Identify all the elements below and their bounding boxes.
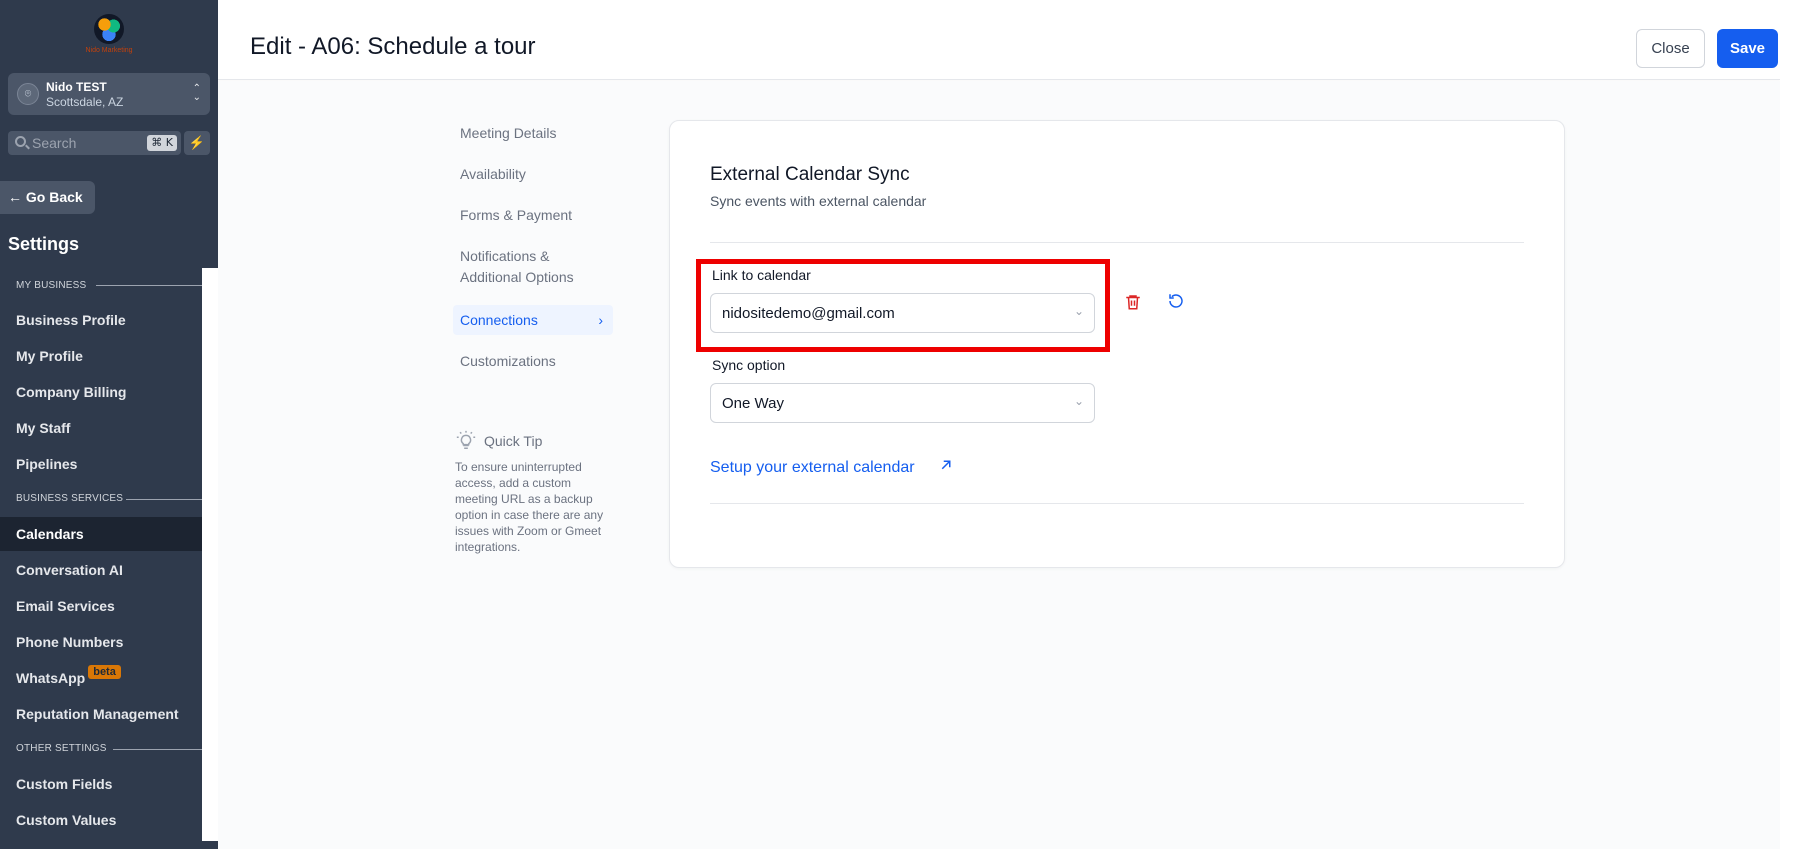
company-logo[interactable]: Nido Marketing: [78, 14, 140, 58]
subnav-customizations[interactable]: Customizations: [453, 351, 613, 372]
setup-external-calendar-link[interactable]: Setup your external calendar: [710, 459, 915, 477]
external-calendar-sync-card: External Calendar Sync Sync events with …: [669, 120, 1565, 568]
go-back-label: Go Back: [25, 189, 83, 205]
sidebar-item-my-profile[interactable]: My Profile: [0, 339, 202, 373]
sidebar-item-my-staff[interactable]: My Staff: [0, 411, 202, 445]
location-pin-icon: ⌾: [17, 83, 39, 105]
page-header: Edit - A06: Schedule a tour Close Save: [218, 0, 1780, 80]
main-content: Meeting Details Availability Forms & Pay…: [218, 81, 1780, 849]
search-icon: [15, 136, 26, 147]
sidebar-item-business-profile[interactable]: Business Profile: [0, 303, 202, 337]
external-link-arrow-icon[interactable]: [937, 456, 955, 474]
lightbulb-icon: [456, 430, 476, 449]
sidebar-item-label: WhatsApp: [16, 670, 86, 686]
lightning-bolt-icon: ⚡: [188, 135, 206, 150]
sidebar-item-email-services[interactable]: Email Services: [0, 589, 202, 623]
sidebar-item-reputation-management[interactable]: Reputation Management: [0, 697, 202, 731]
subnav-label: Connections: [460, 312, 538, 328]
logo-mark-icon: [94, 14, 124, 44]
search-placeholder: Search: [32, 135, 77, 151]
beta-badge: beta: [88, 665, 121, 679]
go-back-button[interactable]: ← Go Back: [0, 181, 95, 214]
sidebar-item-calendars[interactable]: Calendars: [0, 517, 202, 551]
sidebar-edge: [202, 268, 218, 841]
arrow-left-icon: ←: [8, 189, 22, 205]
sidebar-item-company-billing[interactable]: Company Billing: [0, 375, 202, 409]
subnav-notifications[interactable]: Notifications & Additional Options: [453, 246, 593, 288]
sidebar-item-whatsapp[interactable]: WhatsApp beta: [0, 661, 202, 695]
sidebar-item-conversation-ai[interactable]: Conversation AI: [0, 553, 202, 587]
card-title: External Calendar Sync: [710, 164, 910, 185]
subnav-connections[interactable]: Connections ›: [453, 305, 613, 335]
subnav-meeting-details[interactable]: Meeting Details: [453, 123, 613, 144]
section-divider: [126, 499, 202, 500]
chevron-right-icon: ›: [598, 312, 603, 328]
subnav-availability[interactable]: Availability: [453, 164, 613, 185]
location-switcher[interactable]: ⌾ Nido TEST Scottsdale, AZ ⌃ ⌄: [8, 73, 210, 115]
sidebar-item-custom-fields[interactable]: Custom Fields: [0, 767, 202, 801]
quick-tip-text: To ensure uninterrupted access, add a cu…: [455, 460, 604, 554]
search-shortcut: ⌘ K: [147, 135, 177, 151]
subnav-forms-payment[interactable]: Forms & Payment: [453, 205, 613, 226]
search-input[interactable]: Search ⌘ K: [8, 131, 181, 155]
chevron-down-icon: ⌄: [1073, 394, 1084, 408]
settings-title: Settings: [8, 234, 80, 254]
quick-tip-title: Quick Tip: [484, 433, 543, 449]
section-business-services: BUSINESS SERVICES: [16, 493, 124, 504]
sync-option-select[interactable]: One Way ⌄: [710, 383, 1095, 423]
refresh-icon[interactable]: [1167, 292, 1185, 310]
sidebar-item-custom-values[interactable]: Custom Values: [0, 803, 202, 837]
card-subtitle: Sync events with external calendar: [710, 193, 927, 209]
divider: [710, 503, 1524, 504]
section-other-settings: OTHER SETTINGS: [16, 743, 107, 754]
select-value: One Way: [722, 395, 784, 412]
section-divider: [96, 285, 202, 286]
section-divider: [113, 749, 202, 750]
highlight-box: [696, 259, 1110, 352]
right-gutter: [1780, 0, 1803, 849]
quick-actions-button[interactable]: ⚡: [184, 131, 210, 155]
save-button[interactable]: Save: [1717, 29, 1778, 68]
location-name: Nido TEST: [46, 80, 107, 94]
divider: [710, 242, 1524, 243]
logo-text: Nido Marketing: [85, 47, 133, 54]
sidebar-item-pipelines[interactable]: Pipelines: [0, 447, 202, 481]
page-title: Edit - A06: Schedule a tour: [250, 33, 536, 60]
trash-icon[interactable]: [1124, 293, 1142, 311]
chevron-up-down-icon: ⌃ ⌄: [192, 83, 201, 103]
location-address: Scottsdale, AZ: [46, 95, 124, 109]
section-my-business: MY BUSINESS: [16, 280, 87, 291]
sidebar: Nido Marketing ⌾ Nido TEST Scottsdale, A…: [0, 0, 218, 849]
close-button[interactable]: Close: [1636, 29, 1705, 68]
sync-option-label: Sync option: [712, 357, 786, 373]
sidebar-item-phone-numbers[interactable]: Phone Numbers: [0, 625, 202, 659]
